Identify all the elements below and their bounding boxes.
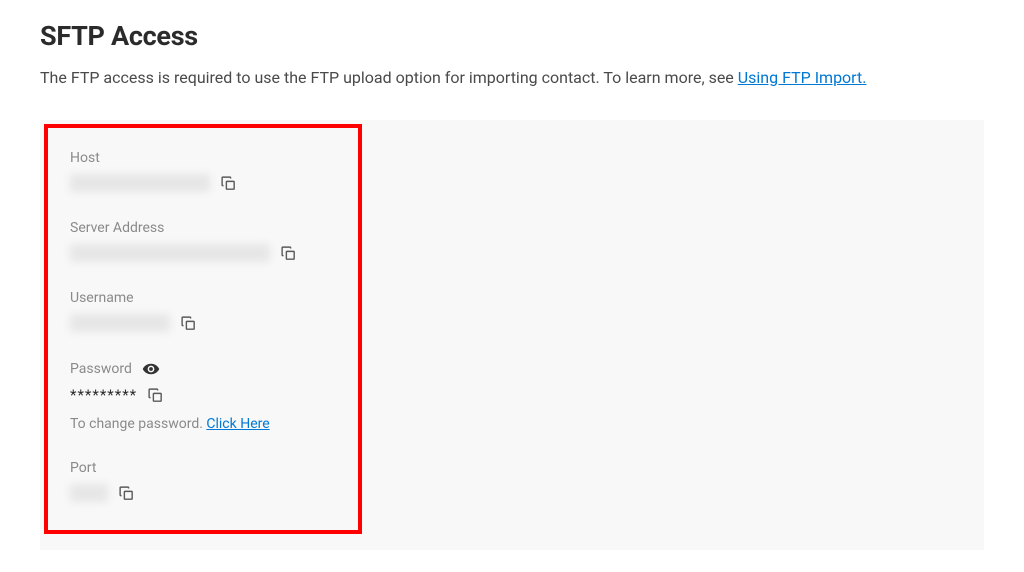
password-value: ********* [70, 386, 137, 404]
credentials-box: Host Server Address Username [44, 124, 362, 534]
port-field: Port [70, 460, 336, 502]
using-ftp-import-link[interactable]: Using FTP Import. [738, 68, 867, 87]
port-value [70, 484, 108, 502]
copy-icon[interactable] [147, 387, 164, 404]
port-label: Port [70, 460, 336, 476]
host-field: Host [70, 150, 336, 192]
password-helper: To change password. Click Here [70, 416, 336, 432]
copy-icon[interactable] [118, 485, 135, 502]
copy-icon[interactable] [180, 315, 197, 332]
password-helper-text: To change password. [70, 416, 206, 432]
subtitle-text: The FTP access is required to use the FT… [40, 68, 738, 87]
page-subtitle: The FTP access is required to use the FT… [40, 66, 984, 90]
copy-icon[interactable] [280, 245, 297, 262]
username-label: Username [70, 290, 336, 306]
host-label: Host [70, 150, 336, 166]
eye-icon[interactable] [142, 360, 160, 378]
credentials-panel: Host Server Address Username [40, 120, 984, 550]
server-address-label: Server Address [70, 220, 336, 236]
username-field: Username [70, 290, 336, 332]
page-title: SFTP Access [40, 20, 984, 52]
server-address-value [70, 244, 270, 262]
server-address-field: Server Address [70, 220, 336, 262]
username-value [70, 314, 170, 332]
password-field: Password ********* To change password. C… [70, 360, 336, 432]
copy-icon[interactable] [220, 175, 237, 192]
host-value [70, 174, 210, 192]
change-password-link[interactable]: Click Here [206, 416, 269, 432]
password-label: Password [70, 361, 132, 377]
